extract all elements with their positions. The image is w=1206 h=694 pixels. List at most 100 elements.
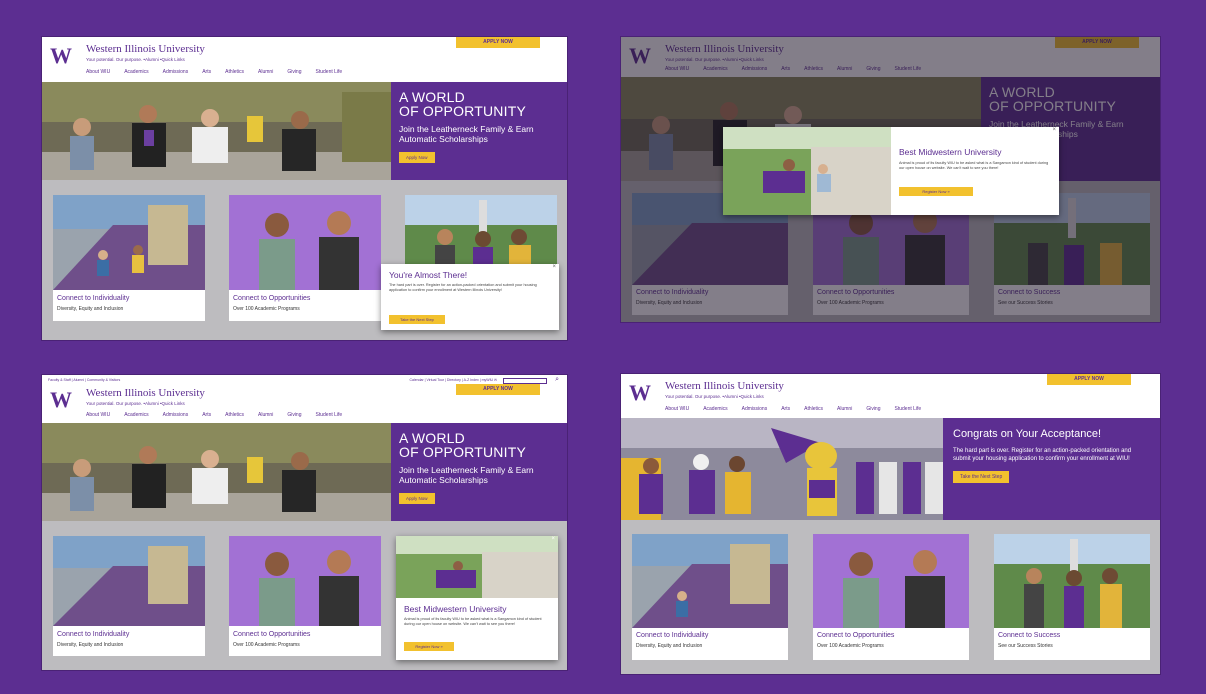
card-title: Connect to Opportunities [817, 632, 895, 639]
card-stairs-photo [53, 195, 205, 290]
nav-item-admissions[interactable]: Admissions [163, 412, 189, 418]
card-opportunities[interactable]: Connect to Opportunities Over 100 Academ… [813, 534, 969, 660]
screenshot-panel-almost-there: W Western Illinois University Your poten… [42, 37, 567, 340]
modal-title: Best Midwestern University [899, 147, 1002, 157]
almost-there-modal: × You're Almost There! The hard part is … [381, 264, 559, 330]
hero-title-line1: A WORLD [399, 430, 465, 446]
main-nav: About WIU Academics Admissions Arts Athl… [665, 406, 921, 412]
hero-subtitle: Join the Leatherneck Family & Earn Autom… [399, 124, 534, 144]
nav-item-admissions[interactable]: Admissions [742, 406, 768, 412]
nav-item-athletics[interactable]: Athletics [225, 69, 244, 75]
card-title: Connect to Individuality [57, 295, 130, 302]
nav-item-about[interactable]: About WIU [86, 412, 110, 418]
apply-now-button[interactable]: APPLY NOW [456, 37, 540, 48]
search-icon[interactable]: ⌕ [555, 376, 559, 384]
nav-item-academics[interactable]: Academics [703, 406, 727, 412]
nav-item-academics[interactable]: Academics [124, 412, 148, 418]
nav-item-admissions[interactable]: Admissions [163, 69, 189, 75]
register-now-button[interactable]: Register Now » [899, 187, 973, 196]
hero-apply-button[interactable]: Apply Now [399, 493, 435, 504]
card-students-purple-photo [813, 534, 969, 628]
card-opportunities[interactable]: Connect to Opportunities Over 100 Academ… [229, 195, 381, 321]
best-midwestern-modal: × Best Midwestern University Animal is p… [723, 127, 1059, 215]
modal-close-icon[interactable]: × [551, 536, 555, 542]
modal-close-icon[interactable]: × [1052, 127, 1056, 133]
nav-item-about[interactable]: About WIU [665, 406, 689, 412]
site-header: Faculty & Staff | Alumni | Community & V… [42, 375, 567, 423]
register-now-button[interactable]: Register Now » [404, 642, 454, 651]
wiu-logo[interactable]: W [50, 387, 72, 413]
utility-links-left[interactable]: Faculty & Staff | Alumni | Community & V… [48, 378, 120, 382]
hero-mascot-band-photo [621, 418, 943, 520]
tagline: Your potential. Our purpose. •Alumni •Qu… [86, 401, 185, 406]
university-name[interactable]: Western Illinois University [86, 43, 205, 55]
card-subtitle: Over 100 Academic Programs [233, 306, 300, 312]
modal-title: Best Midwestern University [404, 604, 507, 614]
card-title: Connect to Opportunities [233, 631, 311, 638]
tagline: Your potential. Our purpose. •Alumni •Qu… [86, 57, 185, 62]
card-individuality[interactable]: Connect to Individuality Diversity, Equi… [53, 536, 205, 656]
modal-close-icon[interactable]: × [552, 264, 556, 270]
nav-item-alumni[interactable]: Alumni [258, 69, 273, 75]
tagline: Your potential. Our purpose. •Alumni •Qu… [665, 394, 764, 399]
nav-item-athletics[interactable]: Athletics [804, 406, 823, 412]
nav-item-student-life[interactable]: Student Life [316, 69, 343, 75]
campus-lawn-photo [396, 536, 558, 598]
card-title: Connect to Opportunities [233, 295, 311, 302]
wiu-logo[interactable]: W [629, 380, 651, 406]
card-stairs-photo [53, 536, 205, 626]
nav-item-student-life[interactable]: Student Life [895, 406, 922, 412]
nav-item-arts[interactable]: Arts [202, 69, 211, 75]
card-subtitle: Over 100 Academic Programs [233, 642, 300, 648]
card-title: Connect to Success [998, 632, 1061, 639]
campus-lawn-photo [723, 127, 891, 215]
wiu-logo[interactable]: W [50, 43, 72, 69]
hero-students-photo [42, 423, 391, 521]
take-next-step-button[interactable]: Take the Next Step [953, 471, 1010, 483]
university-name[interactable]: Western Illinois University [86, 387, 205, 399]
main-nav: About WIU Academics Admissions Arts Athl… [86, 69, 342, 75]
card-opportunities[interactable]: Connect to Opportunities Over 100 Academ… [229, 536, 381, 656]
card-title: Connect to Individuality [57, 631, 130, 638]
card-subtitle: Diversity, Equity and Inclusion [57, 306, 124, 312]
hero-title-line1: A WORLD [399, 89, 465, 105]
screenshot-panel-congrats: W Western Illinois University Your poten… [621, 374, 1160, 674]
nav-item-giving[interactable]: Giving [287, 412, 301, 418]
cards-band: Connect to Individuality Diversity, Equi… [42, 521, 567, 670]
hero-apply-button[interactable]: Apply Now [399, 152, 435, 163]
cards-band: Connect to Individuality Diversity, Equi… [621, 520, 1160, 674]
hero-banner: A WORLD OF OPPORTUNITY Join the Leathern… [42, 82, 567, 180]
card-subtitle: Diversity, Equity and Inclusion [636, 643, 703, 649]
site-header: W Western Illinois University Your poten… [42, 37, 567, 82]
utility-links-right[interactable]: Calendar | Virtual Tour | Directory | A-… [409, 378, 497, 382]
nav-item-athletics[interactable]: Athletics [225, 412, 244, 418]
card-individuality[interactable]: Connect to Individuality Diversity, Equi… [632, 534, 788, 660]
card-success[interactable]: Connect to Success See our Success Stori… [994, 534, 1150, 660]
hero-title-line2: OF OPPORTUNITY [399, 444, 526, 460]
hero-title-line2: OF OPPORTUNITY [399, 103, 526, 119]
congrats-body: The hard part is over. Register for an a… [953, 448, 1132, 462]
card-subtitle: Over 100 Academic Programs [817, 643, 884, 649]
nav-item-academics[interactable]: Academics [124, 69, 148, 75]
card-title: Connect to Individuality [636, 632, 709, 639]
nav-item-arts[interactable]: Arts [202, 412, 211, 418]
site-header: W Western Illinois University Your poten… [621, 374, 1160, 418]
nav-item-alumni[interactable]: Alumni [837, 406, 852, 412]
card-individuality[interactable]: Connect to Individuality Diversity, Equi… [53, 195, 205, 321]
take-next-step-button[interactable]: Take the Next Step [389, 315, 445, 324]
nav-item-arts[interactable]: Arts [781, 406, 790, 412]
nav-item-giving[interactable]: Giving [866, 406, 880, 412]
best-midwestern-card-popup: × Best Midwestern University Animal is p… [396, 536, 558, 660]
hero-text-block: A WORLD OF OPPORTUNITY Join the Leathern… [391, 423, 567, 521]
apply-now-button[interactable]: APPLY NOW [1047, 374, 1131, 385]
card-subtitle: See our Success Stories [998, 643, 1053, 649]
modal-body: The hard part is over. Register for an a… [389, 283, 537, 292]
nav-item-student-life[interactable]: Student Life [316, 412, 343, 418]
card-subtitle: Diversity, Equity and Inclusion [57, 642, 124, 648]
nav-item-alumni[interactable]: Alumni [258, 412, 273, 418]
nav-item-about[interactable]: About WIU [86, 69, 110, 75]
university-name[interactable]: Western Illinois University [665, 380, 784, 392]
apply-now-button[interactable]: APPLY NOW [456, 384, 540, 395]
screenshot-panel-best-midwestern-overlay: W Western Illinois University Your poten… [621, 37, 1160, 322]
nav-item-giving[interactable]: Giving [287, 69, 301, 75]
